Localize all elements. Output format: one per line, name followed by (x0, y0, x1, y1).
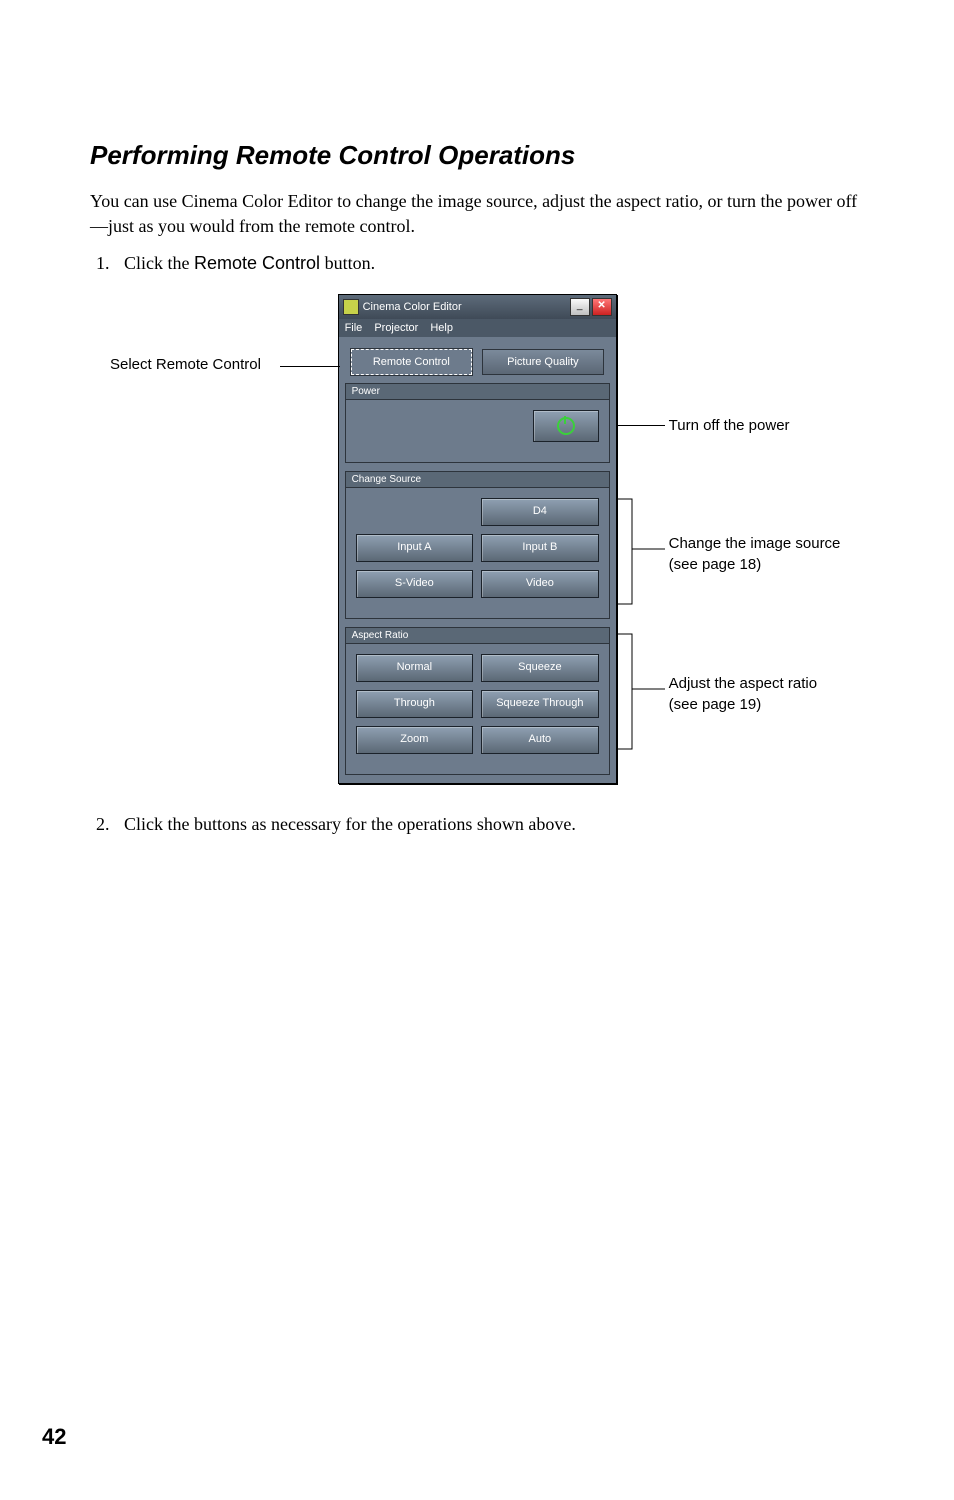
app-icon (343, 299, 359, 315)
left-annot-pre: Select (110, 356, 156, 373)
panel-aspect-title: Aspect Ratio (346, 628, 609, 644)
annot-aspect-line2: (see page 19) (669, 695, 817, 715)
annot-source-line2: (see page 18) (669, 555, 841, 575)
callout-line (280, 366, 340, 367)
squeeze-through-button[interactable]: Squeeze Through (481, 690, 599, 718)
power-button[interactable] (533, 410, 599, 442)
minimize-button[interactable]: _ (570, 298, 590, 316)
section-heading: Performing Remote Control Operations (90, 140, 864, 171)
through-button[interactable]: Through (356, 690, 474, 718)
panel-aspect-ratio: Aspect Ratio Normal Squeeze Through Sque… (345, 627, 610, 775)
svideo-button[interactable]: S-Video (356, 570, 474, 598)
bracket-icon (617, 494, 667, 614)
menu-projector[interactable]: Projector (374, 322, 418, 334)
menubar: File Projector Help (339, 319, 616, 337)
panel-change-source: Change Source D4 Input A Input B S-Video… (345, 471, 610, 619)
step1-text-post: button. (320, 253, 375, 273)
app-window: Cinema Color Editor _ ✕ File Projector H… (338, 294, 617, 784)
step1-text-bold: Remote Control (194, 253, 320, 273)
left-annot-bold: Remote Control (156, 356, 261, 373)
input-b-button[interactable]: Input B (481, 534, 599, 562)
normal-button[interactable]: Normal (356, 654, 474, 682)
zoom-button[interactable]: Zoom (356, 726, 474, 754)
video-button[interactable]: Video (481, 570, 599, 598)
power-icon (557, 417, 575, 435)
panel-source-title: Change Source (346, 472, 609, 488)
bracket-icon (617, 629, 667, 759)
close-button[interactable]: ✕ (592, 298, 612, 316)
diagram: Select Remote Control Cinema Color Edito… (110, 294, 864, 784)
panel-power-title: Power (346, 384, 609, 400)
squeeze-button[interactable]: Squeeze (481, 654, 599, 682)
input-a-button[interactable]: Input A (356, 534, 474, 562)
d4-button[interactable]: D4 (481, 498, 599, 526)
panel-power: Power (345, 383, 610, 463)
step-1: Click the Remote Control button. (114, 253, 864, 274)
intro-paragraph: You can use Cinema Color Editor to chang… (90, 189, 864, 239)
step-2: Click the buttons as necessary for the o… (114, 814, 864, 835)
annot-aspect-line1: Adjust the aspect ratio (669, 674, 817, 694)
titlebar: Cinema Color Editor _ ✕ (339, 295, 616, 319)
step1-text-pre: Click the (124, 253, 194, 273)
auto-button[interactable]: Auto (481, 726, 599, 754)
menu-file[interactable]: File (345, 322, 363, 334)
tab-remote-control[interactable]: Remote Control (351, 349, 473, 375)
tab-picture-quality[interactable]: Picture Quality (482, 349, 604, 375)
window-title: Cinema Color Editor (363, 301, 462, 313)
page-number: 42 (42, 1424, 66, 1450)
menu-help[interactable]: Help (430, 322, 453, 334)
callout-line (617, 425, 665, 426)
annot-source-line1: Change the image source (669, 534, 841, 554)
annot-power: Turn off the power (669, 417, 790, 434)
